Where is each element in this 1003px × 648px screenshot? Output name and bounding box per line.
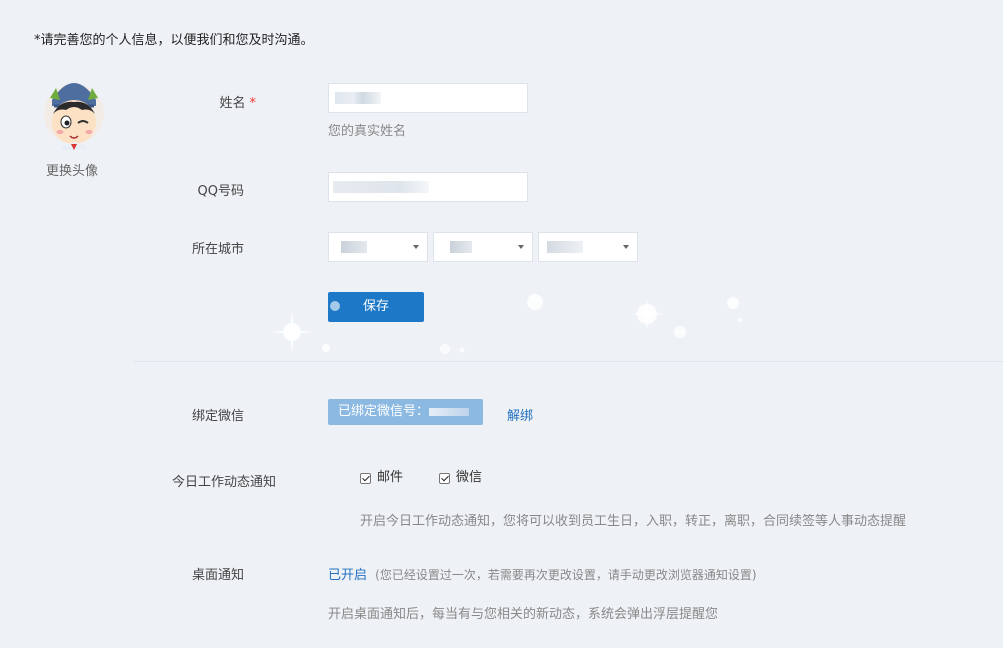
- wechat-checkbox-label: 微信: [456, 470, 483, 485]
- change-avatar-link[interactable]: 更换头像: [46, 160, 98, 179]
- qq-input[interactable]: [328, 172, 528, 202]
- wechat-bound-text: 已绑定微信号：: [338, 404, 430, 419]
- province-select[interactable]: [328, 232, 428, 262]
- sparkle-decoration: [270, 294, 743, 354]
- desktop-notify-label: 桌面通知: [191, 568, 244, 583]
- name-label-text: 姓名: [219, 96, 246, 111]
- chevron-down-icon: [518, 245, 524, 249]
- desktop-notify-hint: 开启桌面通知后，每当有与您相关的新动态，系统会弹出浮层提醒您: [328, 607, 719, 622]
- city-select[interactable]: [433, 232, 533, 262]
- profile-notice: *请完善您的个人信息，以便我们和您及时沟通。: [34, 33, 314, 48]
- district-redacted-value: [547, 241, 583, 253]
- email-checkbox[interactable]: 邮件: [360, 470, 403, 486]
- daily-notify-hint: 开启今日工作动态通知，您将可以收到员工生日，入职，转正，离职，合同续签等人事动态…: [360, 514, 907, 529]
- desktop-notify-note: (您已经设置过一次，若需要再次更改设置，请手动更改浏览器通知设置): [375, 568, 757, 582]
- wechat-bound-badge: 已绑定微信号：: [328, 399, 484, 425]
- chevron-down-icon: [413, 245, 419, 249]
- unbind-link[interactable]: 解绑: [507, 405, 533, 424]
- qq-redacted-value: [333, 181, 429, 193]
- name-input[interactable]: [328, 83, 528, 113]
- name-label: 姓名 *: [200, 92, 256, 111]
- city-redacted-value: [450, 241, 472, 253]
- user-avatar[interactable]: [38, 70, 110, 150]
- section-divider: [134, 361, 1003, 362]
- checkbox-checked-icon: [439, 473, 450, 484]
- required-mark: *: [249, 96, 257, 111]
- name-hint: 您的真实姓名: [328, 124, 407, 139]
- qq-label: QQ号码: [197, 184, 244, 199]
- save-button[interactable]: 保存: [328, 292, 424, 322]
- chevron-down-icon: [623, 245, 629, 249]
- wechat-label: 绑定微信: [191, 409, 244, 424]
- wechat-redacted-id: [429, 407, 470, 416]
- daily-notify-label: 今日工作动态通知: [171, 475, 276, 490]
- email-checkbox-label: 邮件: [377, 470, 404, 485]
- checkbox-checked-icon: [360, 473, 371, 484]
- desktop-notify-status-row: 已开启 (您已经设置过一次，若需要再次更改设置，请手动更改浏览器通知设置): [328, 564, 757, 583]
- desktop-notify-status[interactable]: 已开启: [328, 568, 367, 583]
- save-label: 保存: [362, 299, 389, 314]
- wechat-checkbox[interactable]: 微信: [439, 470, 482, 486]
- name-redacted-value: [335, 92, 381, 104]
- province-redacted-value: [341, 241, 367, 253]
- district-select[interactable]: [538, 232, 638, 262]
- city-label: 所在城市: [191, 242, 244, 257]
